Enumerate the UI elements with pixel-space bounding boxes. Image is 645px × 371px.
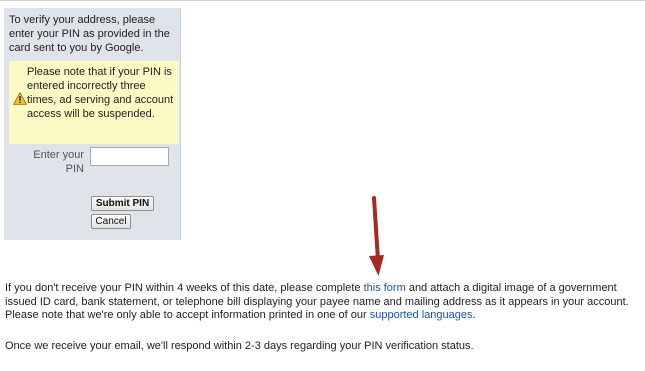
pin-verification-page: To verify your address, please enter you… (0, 0, 645, 371)
this-form-link[interactable]: this form (364, 282, 406, 294)
pin-info-paragraph: If you don't receive your PIN within 4 w… (5, 282, 640, 323)
submit-pin-button[interactable]: Submit PIN (91, 196, 154, 211)
pin-label: Enter your PIN (33, 149, 84, 175)
cancel-button[interactable]: Cancel (91, 214, 131, 229)
warning-text: Please note that if your PIN is entered … (27, 66, 174, 120)
supported-languages-link[interactable]: supported languages (370, 309, 473, 321)
warning-box: Please note that if your PIN is entered … (9, 61, 179, 144)
info-text-part3: . (472, 309, 476, 321)
warning-icon (13, 92, 27, 105)
top-divider (0, 0, 645, 1)
pin-input[interactable] (90, 147, 169, 166)
info-text-part1: If you don't receive your PIN within 4 w… (5, 282, 364, 294)
pin-instruction-text: To verify your address, please enter you… (9, 14, 170, 54)
followup-paragraph: Once we receive your email, we'll respon… (5, 340, 474, 352)
down-arrow-icon (369, 196, 384, 276)
pin-verification-panel: To verify your address, please enter you… (4, 8, 181, 240)
